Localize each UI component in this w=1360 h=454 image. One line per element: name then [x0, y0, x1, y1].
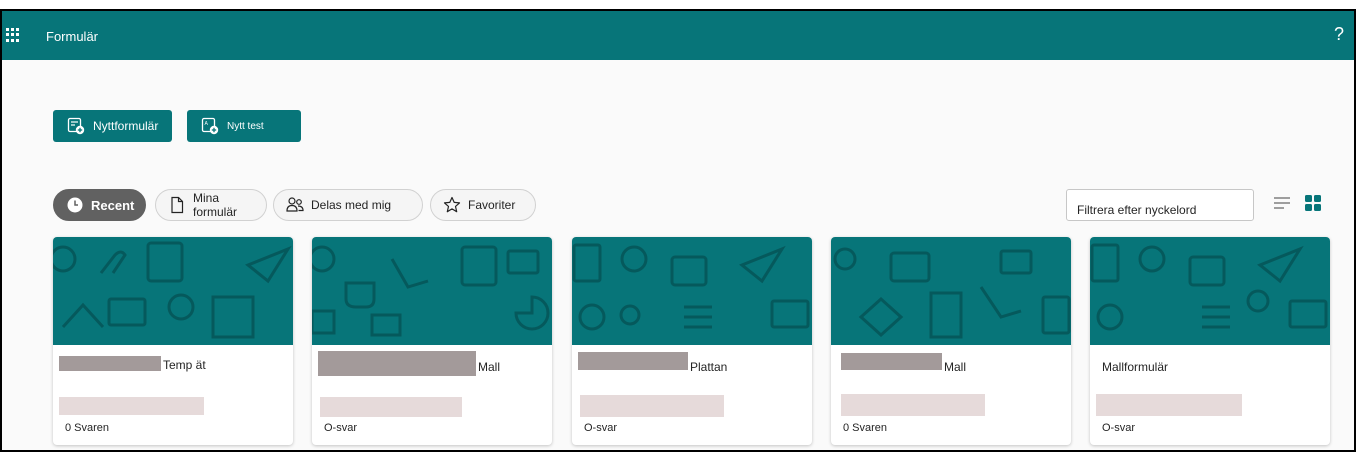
redacted-subtitle — [59, 397, 204, 415]
list-view-icon[interactable] — [1274, 197, 1290, 211]
tab-my-forms[interactable]: Mina formulär — [155, 189, 267, 221]
redacted-name — [59, 356, 161, 371]
new-form-icon — [67, 117, 85, 135]
card-banner — [572, 237, 812, 345]
tab-shared-with-me[interactable]: Delas med mig — [273, 189, 423, 221]
tab-my-forms-label: Mina formulär — [193, 191, 238, 219]
new-form-label: Nyttformulär — [93, 119, 159, 133]
tab-shared-label: Delas med mig — [311, 198, 392, 212]
keyword-filter-input[interactable]: Filtrera efter nyckelord — [1066, 189, 1254, 221]
response-count: O-svar — [584, 422, 617, 434]
redacted-name — [578, 352, 688, 370]
card-banner — [831, 237, 1071, 345]
card-title: Mall — [944, 360, 967, 374]
redacted-subtitle — [841, 394, 985, 416]
tab-favorites-label: Favoriter — [468, 198, 516, 212]
new-test-icon: A — [201, 117, 219, 135]
new-test-button[interactable]: A Nytt test — [187, 110, 301, 142]
card-title: Plattan — [690, 360, 728, 374]
card-pattern-icon — [1090, 243, 1328, 331]
redacted-subtitle — [1096, 394, 1242, 416]
help-icon[interactable]: ? — [1334, 24, 1344, 45]
grid-view-icon[interactable] — [1305, 195, 1321, 211]
card-pattern-icon — [53, 241, 292, 339]
card-banner — [53, 237, 293, 345]
svg-text:A: A — [205, 121, 209, 127]
redacted-name — [841, 353, 942, 370]
new-test-label: Nytt test — [227, 120, 264, 132]
top-bar: Formulär ? — [2, 11, 1354, 60]
clock-icon — [67, 197, 83, 213]
response-count: 0 Svaren — [65, 422, 110, 434]
tab-recent[interactable]: Recent — [53, 189, 146, 221]
response-count: 0 Svaren — [843, 422, 888, 434]
card-pattern-icon — [833, 247, 1071, 339]
tab-favorites[interactable]: Favoriter — [430, 189, 536, 221]
form-card[interactable]: Mall O-svar — [312, 237, 552, 445]
redacted-name — [318, 351, 476, 376]
card-pattern-icon — [572, 243, 810, 331]
app-window: Formulär ? Nyttformulär A Nytt test Rece… — [0, 9, 1356, 452]
new-form-button[interactable]: Nyttformulär — [53, 110, 172, 142]
people-icon — [286, 197, 304, 212]
response-count: O-svar — [1102, 422, 1135, 434]
card-banner — [312, 237, 552, 345]
form-card[interactable]: Temp ät 0 Svaren — [53, 237, 293, 445]
tab-recent-label: Recent — [91, 197, 135, 213]
card-pattern-icon — [312, 245, 550, 337]
card-title: Mallformulär — [1102, 360, 1169, 374]
app-launcher-icon[interactable] — [6, 28, 20, 42]
form-card[interactable]: Mallformulär O-svar — [1090, 237, 1330, 445]
app-title[interactable]: Formulär — [46, 29, 98, 44]
card-title: Temp ät — [163, 358, 206, 372]
form-card[interactable]: Plattan O-svar — [572, 237, 812, 445]
card-banner — [1090, 237, 1330, 345]
form-card[interactable]: Mall 0 Svaren — [831, 237, 1071, 445]
redacted-subtitle — [320, 397, 462, 417]
star-icon — [443, 196, 461, 213]
redacted-subtitle — [580, 395, 724, 417]
card-title: Mall — [478, 360, 501, 374]
document-icon — [171, 196, 184, 214]
response-count: O-svar — [324, 422, 357, 434]
